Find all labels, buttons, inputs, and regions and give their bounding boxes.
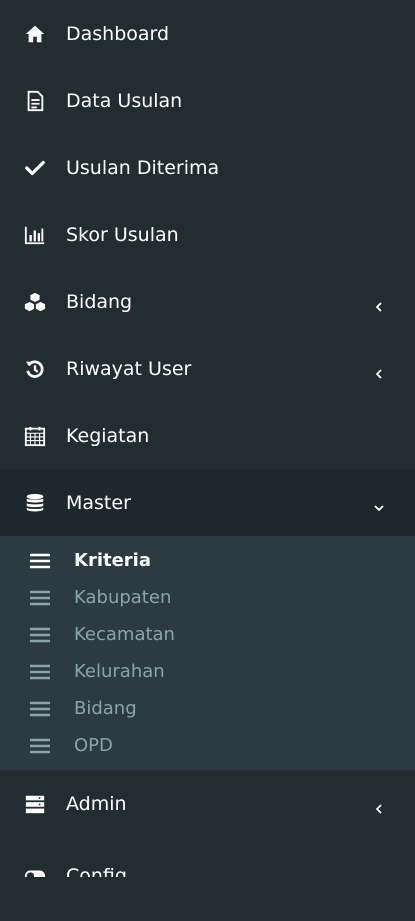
database-icon (24, 492, 46, 514)
submenu-item-kriteria[interactable]: Kriteria (0, 542, 415, 579)
master-submenu: Kriteria Kabupaten Kecamatan Kelurahan B… (0, 536, 415, 770)
menu-item-data-usulan[interactable]: Data Usulan (0, 67, 415, 134)
bars-icon (30, 701, 50, 717)
submenu-item-bidang[interactable]: Bidang (0, 690, 415, 727)
bars-icon (30, 553, 50, 569)
menu-item-dashboard[interactable]: Dashboard (0, 0, 415, 67)
menu-item-skor-usulan[interactable]: Skor Usulan (0, 201, 415, 268)
toggle-icon (24, 865, 46, 877)
submenu-label-opd: OPD (74, 735, 113, 756)
bars-icon (30, 590, 50, 606)
chevron-left-icon (373, 296, 385, 312)
history-icon (24, 358, 46, 380)
menu-label-riwayat-user: Riwayat User (66, 357, 192, 380)
menu-label-bidang: Bidang (66, 290, 133, 313)
submenu-label-kecamatan: Kecamatan (74, 624, 175, 645)
menu-label-kegiatan: Kegiatan (66, 424, 150, 447)
chevron-down-icon (373, 497, 385, 511)
submenu-item-kecamatan[interactable]: Kecamatan (0, 616, 415, 653)
chevron-left-icon (373, 363, 385, 379)
server-icon (24, 793, 46, 815)
bar-chart-icon (24, 224, 46, 246)
calendar-icon (24, 425, 46, 447)
bars-icon (30, 738, 50, 754)
submenu-item-opd[interactable]: OPD (0, 727, 415, 764)
menu-item-kegiatan[interactable]: Kegiatan (0, 402, 415, 469)
submenu-label-bidang: Bidang (74, 698, 137, 719)
menu-label-master: Master (66, 491, 131, 514)
submenu-label-kabupaten: Kabupaten (74, 587, 172, 608)
menu-item-admin[interactable]: Admin (0, 770, 415, 837)
bars-icon (30, 664, 50, 680)
menu-label-admin: Admin (66, 792, 127, 815)
bars-icon (30, 627, 50, 643)
menu-item-riwayat-user[interactable]: Riwayat User (0, 335, 415, 402)
submenu-item-kelurahan[interactable]: Kelurahan (0, 653, 415, 690)
chevron-left-icon (373, 798, 385, 814)
check-icon (24, 157, 46, 179)
menu-item-config[interactable]: Config (0, 845, 415, 877)
menu-item-usulan-diterima[interactable]: Usulan Diterima (0, 134, 415, 201)
menu-label-dashboard: Dashboard (66, 22, 170, 45)
cubes-icon (24, 291, 46, 313)
menu-label-data-usulan: Data Usulan (66, 89, 183, 112)
menu-label-skor-usulan: Skor Usulan (66, 223, 179, 246)
file-text-icon (24, 90, 46, 112)
home-icon (24, 23, 46, 45)
menu-label-config: Config (66, 865, 127, 877)
submenu-label-kriteria: Kriteria (74, 550, 152, 571)
menu-item-bidang[interactable]: Bidang (0, 268, 415, 335)
menu-label-usulan-diterima: Usulan Diterima (66, 156, 220, 179)
sidebar: Dashboard Data Usulan Usulan Diterima Sk… (0, 0, 415, 921)
submenu-label-kelurahan: Kelurahan (74, 661, 165, 682)
submenu-item-kabupaten[interactable]: Kabupaten (0, 579, 415, 616)
menu-item-master[interactable]: Master (0, 469, 415, 536)
